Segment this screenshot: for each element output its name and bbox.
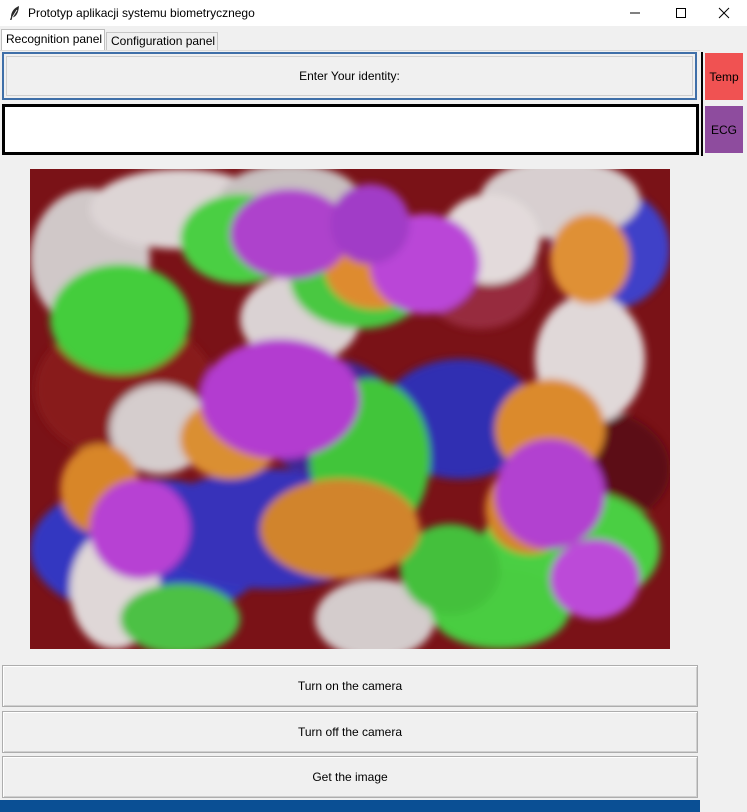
close-icon	[718, 7, 730, 19]
close-button[interactable]	[701, 0, 747, 26]
minimize-icon	[630, 12, 640, 14]
camera-preview	[30, 169, 670, 649]
turn-off-camera-label: Turn off the camera	[297, 725, 403, 739]
tab-configuration-panel[interactable]: Configuration panel	[106, 32, 218, 51]
tab-panel-border	[0, 50, 700, 51]
camera-preview-image	[30, 169, 670, 649]
feather-icon	[7, 5, 23, 21]
window-title: Prototyp aplikacji systemu biometryczneg…	[28, 6, 255, 20]
turn-on-camera-label: Turn on the camera	[297, 679, 403, 693]
tab-recognition-panel[interactable]: Recognition panel	[1, 29, 105, 50]
maximize-button[interactable]	[658, 0, 704, 26]
ecg-button-label: ECG	[710, 122, 737, 137]
minimize-button[interactable]	[612, 0, 658, 26]
side-divider	[701, 52, 703, 156]
turn-on-camera-button[interactable]: Turn on the camera	[2, 665, 698, 707]
ecg-button[interactable]: ECG	[705, 106, 743, 153]
get-image-label: Get the image	[312, 770, 388, 784]
identity-prompt-label: Enter Your identity:	[299, 69, 400, 83]
turn-off-camera-button[interactable]: Turn off the camera	[2, 711, 698, 753]
title-bar: Prototyp aplikacji systemu biometryczneg…	[0, 0, 747, 26]
identity-input[interactable]	[2, 104, 699, 155]
maximize-icon	[676, 8, 686, 18]
get-image-button[interactable]: Get the image	[2, 756, 698, 798]
temp-button-label: Temp	[709, 69, 739, 84]
temp-button[interactable]: Temp	[705, 53, 743, 100]
bottom-bar	[0, 800, 700, 812]
identity-prompt-button[interactable]: Enter Your identity:	[2, 52, 697, 100]
